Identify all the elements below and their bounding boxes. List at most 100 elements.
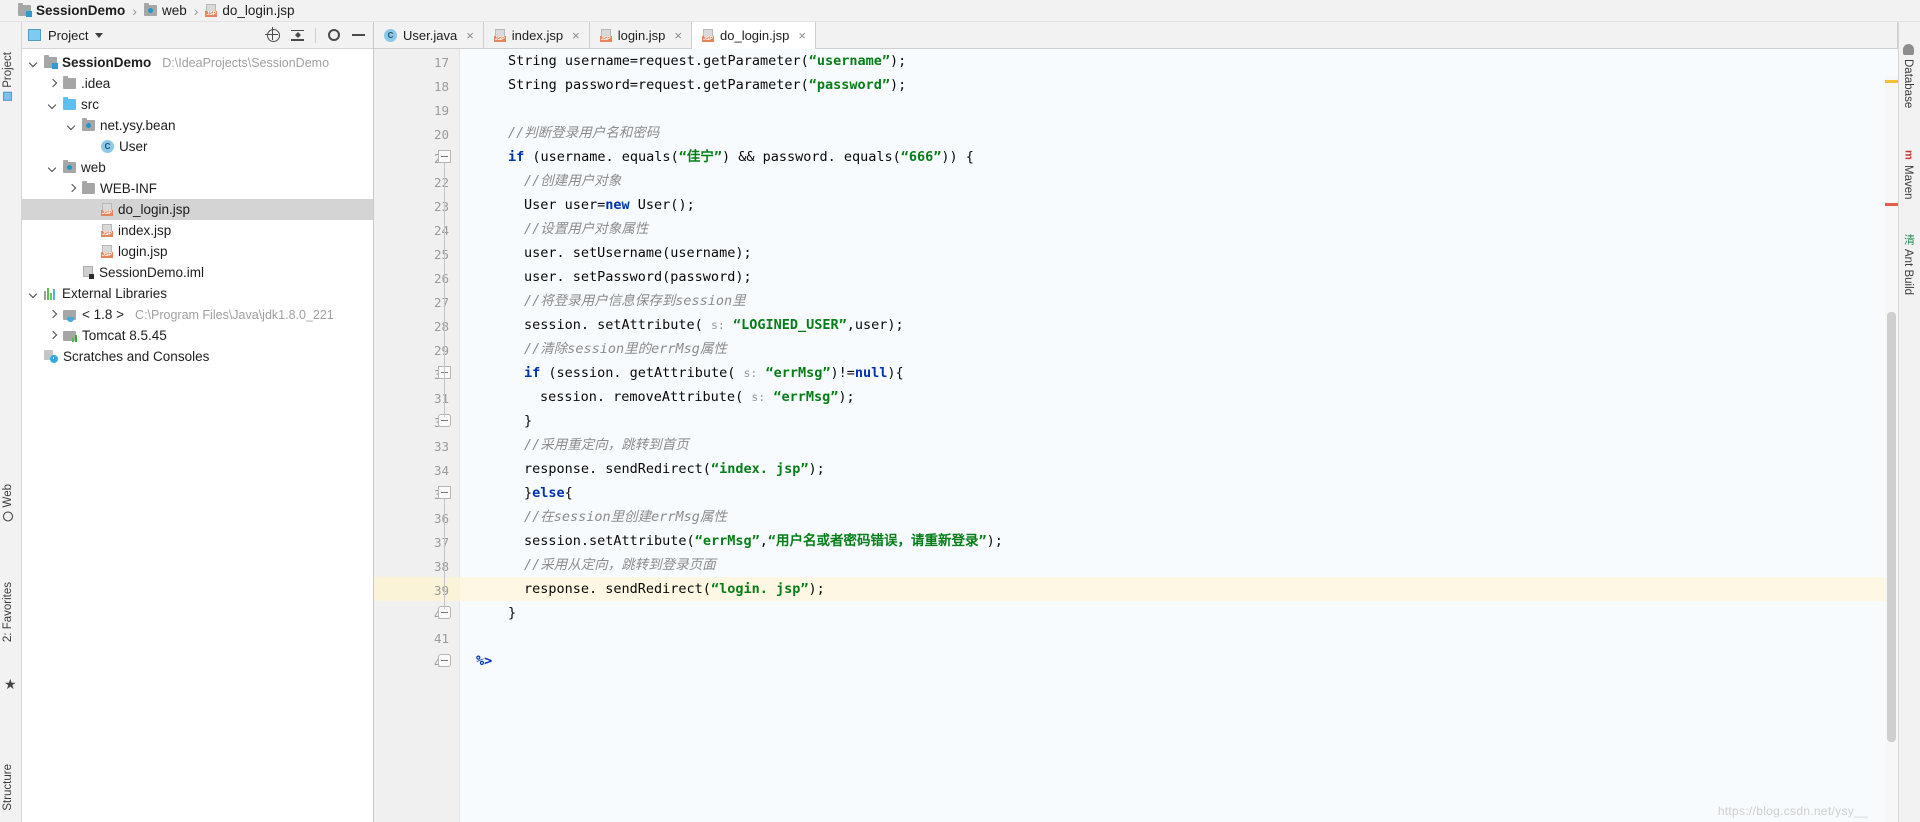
tool-tab-project[interactable]: Project bbox=[2, 52, 14, 101]
tree-row-1-8[interactable]: < 1.8 > C:\Program Files\Java\jdk1.8.0_22… bbox=[22, 304, 373, 325]
locate-icon[interactable] bbox=[264, 26, 282, 44]
chevron-right-icon[interactable] bbox=[47, 330, 58, 341]
chevron-down-icon[interactable] bbox=[28, 57, 39, 68]
scroll-marker-error[interactable] bbox=[1885, 203, 1898, 206]
breadcrumb-item-web[interactable]: web bbox=[143, 3, 187, 18]
code-line[interactable]: //创建用户对象 bbox=[460, 169, 1898, 193]
code-line[interactable]: //采用从定向，跳转到登录页面 bbox=[460, 553, 1898, 577]
favorites-star-icon[interactable]: ★ bbox=[4, 676, 17, 693]
tree-row-external-libraries[interactable]: External Libraries bbox=[22, 283, 373, 304]
line-number: 26 bbox=[433, 271, 449, 286]
close-icon[interactable]: × bbox=[466, 28, 474, 43]
code-line[interactable]: //清除session里的errMsg属性 bbox=[460, 337, 1898, 361]
code-line[interactable]: //在session里创建errMsg属性 bbox=[460, 505, 1898, 529]
breadcrumb-item-file[interactable]: JSP do_login.jsp bbox=[205, 3, 294, 18]
code-line[interactable]: session. removeAttribute( s: “errMsg”); bbox=[460, 385, 1898, 409]
chevron-down-icon[interactable] bbox=[66, 120, 77, 131]
code-line[interactable]: User user=new User(); bbox=[460, 193, 1898, 217]
code-line[interactable]: String username=request.getParameter(“us… bbox=[460, 49, 1898, 73]
close-icon[interactable]: × bbox=[674, 28, 682, 43]
fold-end-icon[interactable] bbox=[438, 654, 451, 667]
tool-tab-ant-build[interactable]: 清 Ant Build bbox=[1902, 234, 1915, 295]
fold-collapse-icon[interactable] bbox=[438, 486, 451, 499]
chevron-down-icon[interactable] bbox=[47, 162, 58, 173]
line-number-gutter[interactable]: 1718192021222324252627282930313233343536… bbox=[374, 49, 460, 822]
code-line[interactable]: response. sendRedirect(“login. jsp”); bbox=[460, 577, 1898, 601]
tree-row-tomcat-8-5-45[interactable]: Tomcat 8.5.45 bbox=[22, 325, 373, 346]
editor-tab-do-login-jsp[interactable]: JSP do_login.jsp × bbox=[692, 22, 816, 49]
code-line[interactable]: } bbox=[460, 601, 1898, 625]
tool-tab-maven[interactable]: m Maven bbox=[1902, 150, 1915, 200]
tree-row-login-jsp[interactable]: JSP login.jsp bbox=[22, 241, 373, 262]
code-token-str: “佳宁” bbox=[678, 149, 722, 165]
settings-gear-icon[interactable] bbox=[325, 26, 343, 44]
tool-tab-structure[interactable]: Structure bbox=[2, 764, 14, 811]
source-folder-icon bbox=[63, 97, 76, 110]
code-token-cmt: //判断登录用户名和密码 bbox=[508, 125, 660, 141]
code-line[interactable]: //采用重定向，跳转到首页 bbox=[460, 433, 1898, 457]
tool-tab-database[interactable]: Database bbox=[1902, 44, 1914, 108]
code-line[interactable]: response. sendRedirect(“index. jsp”); bbox=[460, 457, 1898, 481]
collapse-all-icon[interactable] bbox=[288, 26, 306, 44]
close-icon[interactable]: × bbox=[798, 28, 806, 43]
hide-panel-icon[interactable] bbox=[349, 26, 367, 44]
chevron-right-icon[interactable] bbox=[66, 183, 77, 194]
code-line[interactable]: %> bbox=[460, 649, 1898, 673]
tree-row-label: src bbox=[81, 97, 99, 112]
code-token-plain: session. removeAttribute( bbox=[540, 389, 752, 405]
code-line[interactable]: user. setUsername(username); bbox=[460, 241, 1898, 265]
chevron-down-icon[interactable] bbox=[47, 99, 58, 110]
tree-arrow-placeholder bbox=[85, 246, 96, 257]
editor-tab-login-jsp[interactable]: JSP login.jsp × bbox=[589, 22, 692, 48]
tree-row-src[interactable]: src bbox=[22, 94, 373, 115]
editor-scrollbar[interactable] bbox=[1885, 76, 1898, 822]
line-number: 19 bbox=[433, 103, 449, 118]
editor-tab-user-java[interactable]: C User.java × bbox=[374, 22, 484, 48]
code-line[interactable] bbox=[460, 625, 1898, 649]
scroll-marker-warning[interactable] bbox=[1885, 80, 1898, 83]
code-line[interactable]: session. setAttribute( s: “LOGINED_USER”… bbox=[460, 313, 1898, 337]
code-line[interactable]: } bbox=[460, 409, 1898, 433]
tree-row-idea[interactable]: .idea bbox=[22, 73, 373, 94]
folder-icon bbox=[63, 76, 76, 89]
code-line[interactable]: if (session. getAttribute( s: “errMsg”)!… bbox=[460, 361, 1898, 385]
code-token-hint: s: bbox=[710, 318, 725, 332]
tool-tab-web[interactable]: Web bbox=[2, 484, 14, 522]
tree-row-net-ysy-bean[interactable]: net.ysy.bean bbox=[22, 115, 373, 136]
code-line[interactable]: //将登录用户信息保存到session里 bbox=[460, 289, 1898, 313]
tree-row-scratches-and-consoles[interactable]: Scratches and Consoles bbox=[22, 346, 373, 367]
fold-collapse-icon[interactable] bbox=[438, 150, 451, 163]
code-line[interactable]: //设置用户对象属性 bbox=[460, 217, 1898, 241]
tree-row-user[interactable]: C User bbox=[22, 136, 373, 157]
editor-tab-index-jsp[interactable]: JSP index.jsp × bbox=[483, 22, 590, 48]
chevron-right-icon[interactable] bbox=[47, 78, 58, 89]
scrollbar-thumb[interactable] bbox=[1887, 312, 1896, 742]
jsp-file-icon: JSP bbox=[101, 224, 113, 237]
breadcrumb-item-project[interactable]: SessionDemo bbox=[18, 3, 125, 18]
chevron-down-icon[interactable] bbox=[28, 288, 39, 299]
fold-connector-line bbox=[444, 379, 445, 393]
tree-row-web[interactable]: web bbox=[22, 157, 373, 178]
tree-row-sessiondemo-iml[interactable]: SessionDemo.iml bbox=[22, 262, 373, 283]
code-line[interactable]: user. setPassword(password); bbox=[460, 265, 1898, 289]
project-panel-title[interactable]: Project bbox=[28, 28, 104, 43]
code-line[interactable]: String password=request.getParameter(“pa… bbox=[460, 73, 1898, 97]
tree-row-sessiondemo[interactable]: SessionDemo D:\IdeaProjects\SessionDemo bbox=[22, 52, 373, 73]
tree-row-index-jsp[interactable]: JSP index.jsp bbox=[22, 220, 373, 241]
code-line[interactable]: //判断登录用户名和密码 bbox=[460, 121, 1898, 145]
close-icon[interactable]: × bbox=[572, 28, 580, 43]
code-line[interactable]: if (username. equals(“佳宁”) && password. … bbox=[460, 145, 1898, 169]
tree-row-web-inf[interactable]: WEB-INF bbox=[22, 178, 373, 199]
tree-row-do-login-jsp[interactable]: JSP do_login.jsp bbox=[22, 199, 373, 220]
fold-connector-line bbox=[444, 499, 445, 609]
code-token-plain: } bbox=[524, 485, 533, 501]
chevron-right-icon[interactable] bbox=[47, 309, 58, 320]
code-token-str: “LOGINED_USER” bbox=[732, 317, 847, 333]
code-line[interactable]: }else{ bbox=[460, 481, 1898, 505]
code-content[interactable]: String username=request.getParameter(“us… bbox=[460, 49, 1898, 822]
code-line[interactable]: session.setAttribute(“errMsg”,“用户名或者密码错误… bbox=[460, 529, 1898, 553]
tool-tab-favorites[interactable]: 2: Favorites bbox=[2, 582, 14, 642]
tree-row-label: net.ysy.bean bbox=[100, 118, 176, 133]
code-line[interactable] bbox=[460, 97, 1898, 121]
chevron-down-icon[interactable] bbox=[95, 32, 104, 38]
